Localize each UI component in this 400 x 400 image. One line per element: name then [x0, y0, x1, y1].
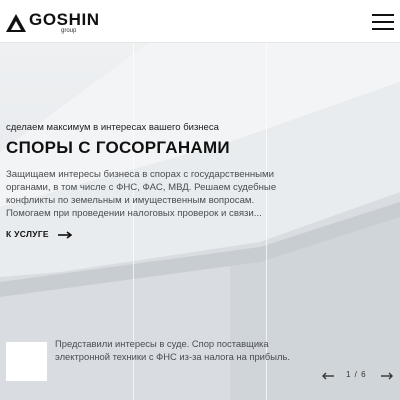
- triangle-logo-icon: [6, 14, 26, 32]
- arrow-right-icon: [58, 231, 72, 239]
- hero-description: Защищаем интересы бизнеса в спорах с гос…: [6, 169, 277, 219]
- arrow-right-icon[interactable]: [381, 372, 393, 380]
- brand-name: GOSHIN: [29, 10, 100, 29]
- brand-sub: group: [61, 28, 77, 34]
- slide-counter: 1 / 6: [346, 370, 367, 379]
- hamburger-menu-icon[interactable]: [372, 12, 394, 32]
- case-card[interactable]: Представили интересы в суде. Спор постав…: [6, 338, 306, 384]
- site-header: GOSHIN group: [0, 0, 400, 43]
- case-thumbnail[interactable]: [6, 342, 47, 381]
- hero-tagline: сделаем максимум в интересах вашего бизн…: [6, 122, 219, 133]
- hero-slider: сделаем максимум в интересах вашего бизн…: [0, 42, 400, 400]
- case-text: Представили интересы в суде. Спор постав…: [55, 338, 290, 362]
- to-service-link[interactable]: К УСЛУГЕ: [6, 229, 72, 241]
- hero-title: СПОРЫ С ГОСОРГАНАМИ: [6, 138, 230, 157]
- arrow-left-icon[interactable]: [322, 372, 334, 380]
- to-service-label: К УСЛУГЕ: [6, 229, 49, 239]
- slider-pager: 1 / 6: [322, 370, 396, 382]
